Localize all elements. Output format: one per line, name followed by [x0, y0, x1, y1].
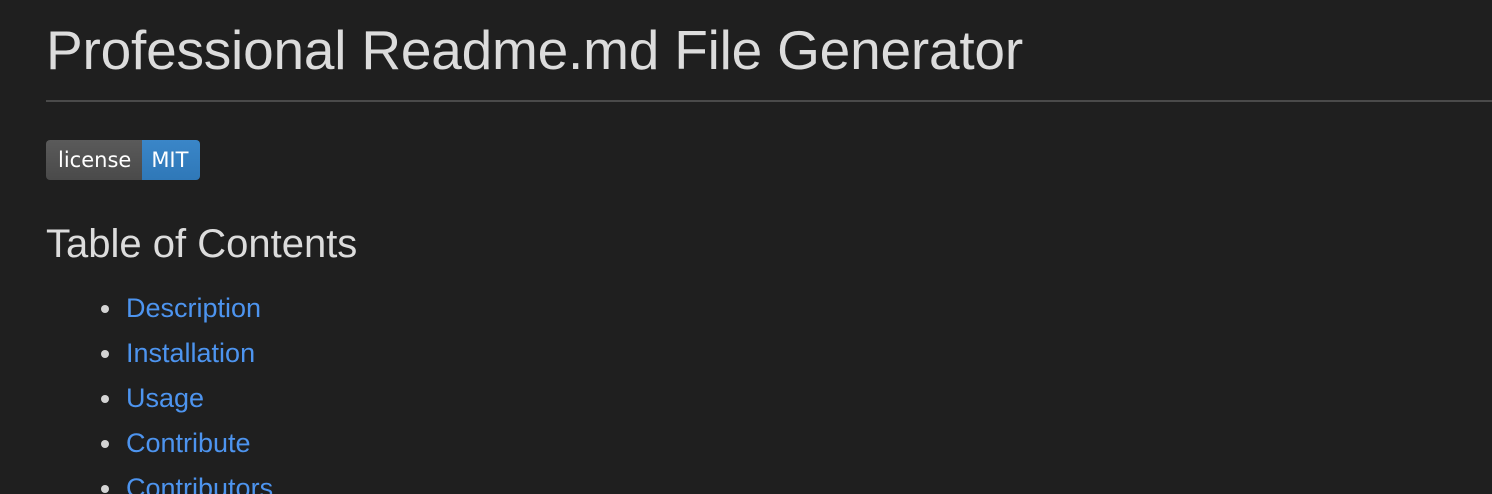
badge-label: license [46, 140, 143, 180]
toc-heading: Table of Contents [46, 222, 358, 266]
readme-preview: Professional Readme.md File Generator li… [46, 0, 1492, 494]
bullet-icon [101, 350, 109, 358]
toc-item-contributors: Contributors [46, 466, 273, 494]
bullet-icon [101, 485, 109, 493]
badge-value: MIT [142, 140, 201, 180]
page-title: Professional Readme.md File Generator [46, 19, 1023, 81]
toc-link-description[interactable]: Description [126, 293, 261, 323]
title-divider [46, 100, 1492, 102]
bullet-icon [101, 440, 109, 448]
toc-item-contribute: Contribute [46, 421, 273, 466]
toc-link-installation[interactable]: Installation [126, 338, 255, 368]
toc-link-contributors[interactable]: Contributors [126, 473, 273, 494]
bullet-icon [101, 305, 109, 313]
toc-item-usage: Usage [46, 376, 273, 421]
toc-link-usage[interactable]: Usage [126, 383, 204, 413]
bullet-icon [101, 395, 109, 403]
toc-list: Description Installation Usage Contribut… [46, 286, 273, 494]
toc-item-installation: Installation [46, 331, 273, 376]
toc-link-contribute[interactable]: Contribute [126, 428, 251, 458]
toc-item-description: Description [46, 286, 273, 331]
license-badge[interactable]: license MIT [46, 140, 201, 180]
